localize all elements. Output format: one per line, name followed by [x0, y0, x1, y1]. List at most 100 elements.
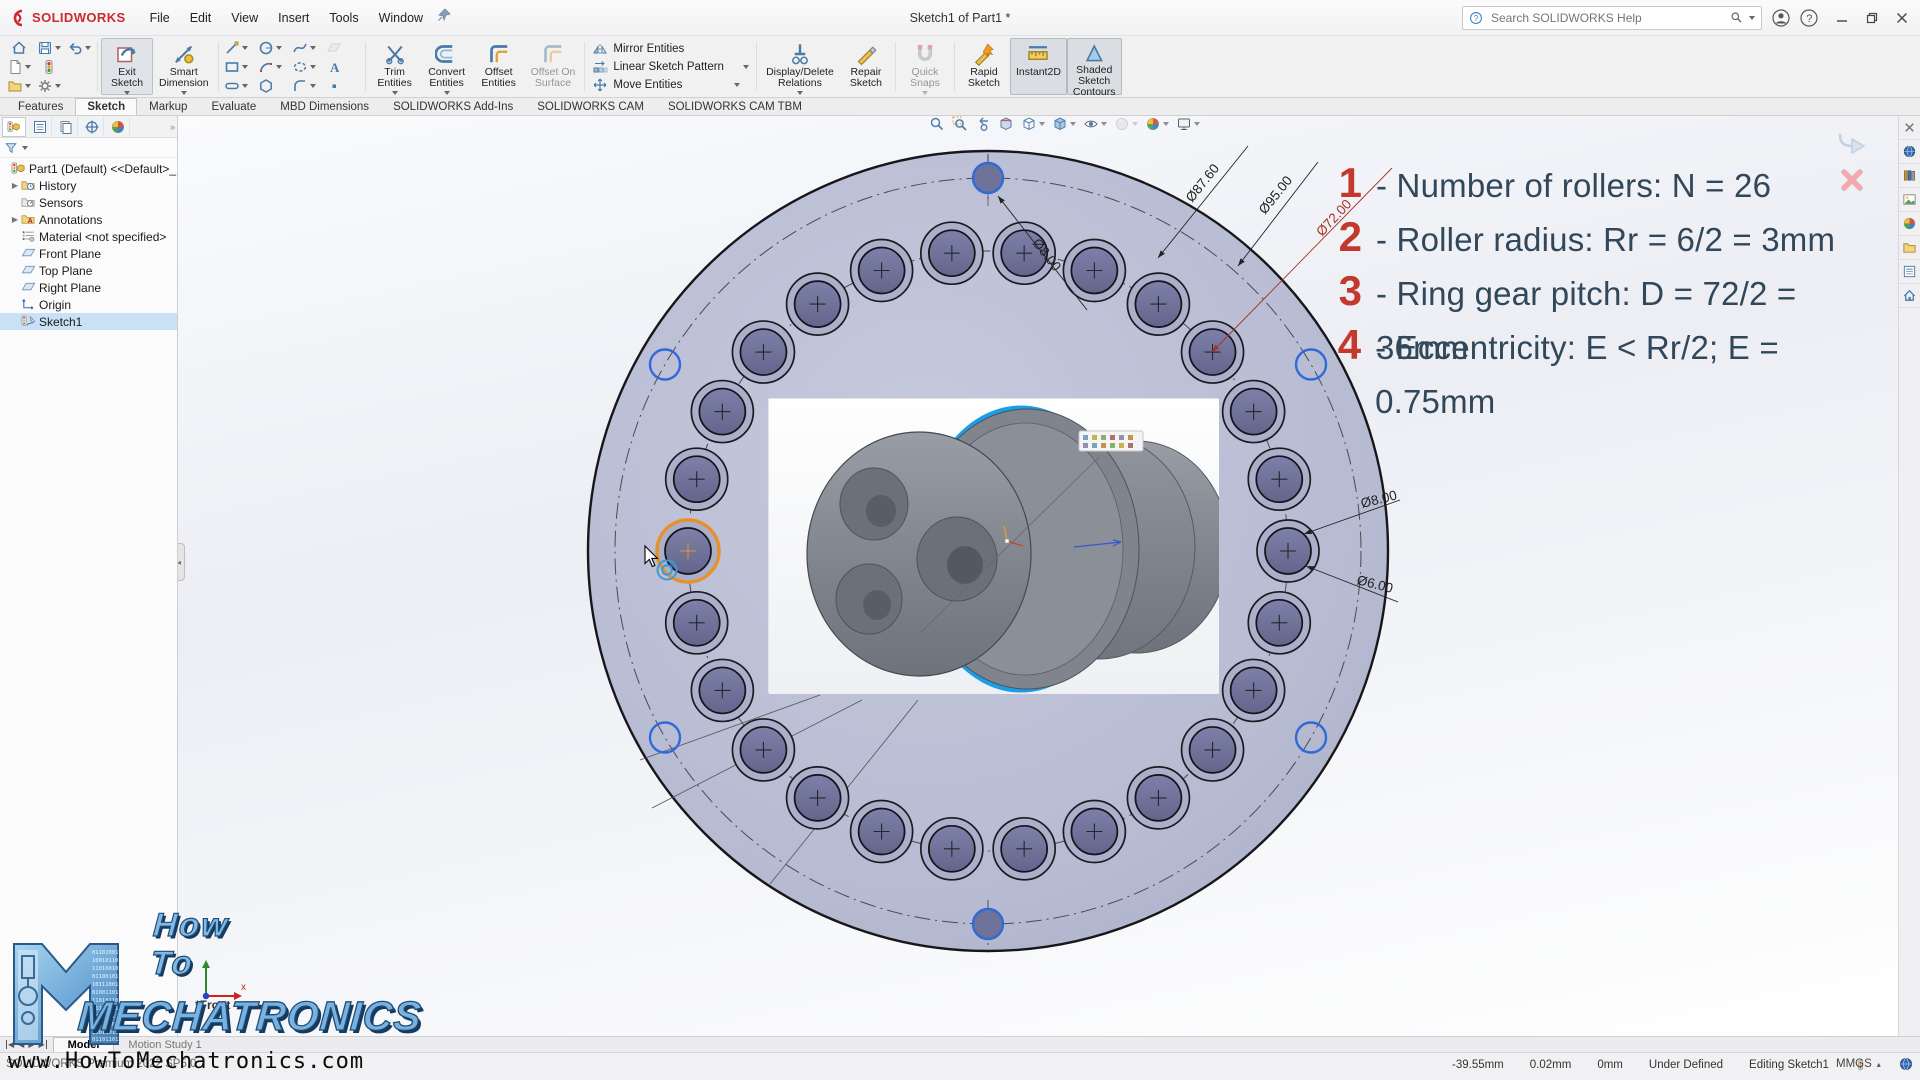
tree-item-origin[interactable]: Origin: [0, 296, 177, 313]
instant2d-button[interactable]: Instant2D: [1010, 38, 1067, 95]
section-view-icon[interactable]: [998, 116, 1014, 132]
menu-edit[interactable]: Edit: [180, 7, 222, 29]
rapid-sketch-button[interactable]: Rapid Sketch: [958, 38, 1010, 95]
custom-properties-icon[interactable]: [1899, 260, 1920, 284]
open-button[interactable]: [7, 78, 31, 94]
units-caret[interactable]: ▴: [1877, 1060, 1881, 1069]
roller[interactable]: [1248, 448, 1310, 510]
tree-item-front[interactable]: Front Plane: [0, 245, 177, 262]
tab-scroll-arrows[interactable]: ◀◀▶▶: [0, 1040, 53, 1049]
convert-entities-button[interactable]: Convert Entities: [421, 38, 473, 95]
search-icon[interactable]: [1730, 11, 1743, 24]
fillet-tool-button[interactable]: [292, 78, 316, 94]
move-entities-button[interactable]: Move Entities: [592, 77, 749, 93]
appearances-scenes-icon[interactable]: [1899, 212, 1920, 236]
tab-property-manager[interactable]: [28, 117, 52, 137]
resources-globe-icon[interactable]: [1899, 140, 1920, 164]
graphics-area[interactable]: Ø8.00Ø87.60Ø95.00Ø72.00Ø8.00Ø6.00: [178, 116, 1898, 1036]
roller[interactable]: [1127, 767, 1189, 829]
ellipse-tool-button[interactable]: [292, 59, 316, 75]
line-tool-button[interactable]: [224, 40, 248, 56]
ribbon-tab-markup[interactable]: Markup: [137, 98, 199, 115]
linear-sketch-pattern-button[interactable]: Linear Sketch Pattern: [592, 59, 749, 75]
tab-configurations[interactable]: [54, 117, 78, 137]
tree-item-part1[interactable]: Part1 (Default) <<Default>_Display Sta: [0, 160, 177, 177]
tab-motion-study[interactable]: Motion Study 1: [114, 1038, 215, 1052]
status-globe-icon[interactable]: [1898, 1056, 1914, 1072]
roller[interactable]: [851, 239, 913, 301]
search-input[interactable]: [1489, 10, 1724, 26]
polygon-tool-button[interactable]: [258, 78, 274, 94]
roller[interactable]: [1257, 520, 1319, 582]
restore-button[interactable]: [1866, 12, 1878, 24]
status-units[interactable]: MMGS: [1836, 1058, 1872, 1070]
repair-sketch-button[interactable]: Repair Sketch: [840, 38, 892, 95]
smart-dimension-button[interactable]: Smart Dimension: [153, 38, 215, 95]
view-orientation-icon[interactable]: [1021, 116, 1045, 132]
ribbon-tab-evaluate[interactable]: Evaluate: [199, 98, 268, 115]
roller[interactable]: [921, 222, 983, 284]
tab-model[interactable]: Model: [53, 1037, 115, 1052]
help-search-box[interactable]: ?: [1462, 6, 1762, 30]
tab-display-manager[interactable]: [106, 117, 130, 137]
tree-item-history[interactable]: ▶History: [0, 177, 177, 194]
help-icon[interactable]: ?: [1800, 9, 1818, 27]
roller[interactable]: [1248, 592, 1310, 654]
tab-dimxpert[interactable]: [80, 117, 104, 137]
tree-item-top[interactable]: Top Plane: [0, 262, 177, 279]
search-dropdown-caret[interactable]: [1749, 16, 1755, 20]
roller[interactable]: [1063, 801, 1125, 863]
roller[interactable]: [1223, 659, 1285, 721]
undo-button[interactable]: [67, 40, 91, 56]
roller[interactable]: [787, 767, 849, 829]
shaded-sketch-contours-button[interactable]: Shaded Sketch Contours: [1067, 38, 1122, 95]
circle-tool-button[interactable]: [258, 40, 282, 56]
view-palette-icon[interactable]: [1899, 188, 1920, 212]
ribbon-tab-sketch[interactable]: Sketch: [75, 98, 137, 115]
roller[interactable]: [851, 801, 913, 863]
ribbon-tab-features[interactable]: Features: [6, 98, 75, 115]
selected-construction-circle[interactable]: [973, 163, 1003, 193]
menu-file[interactable]: File: [140, 7, 180, 29]
tree-item-annotations[interactable]: ▶AAnnotations: [0, 211, 177, 228]
roller[interactable]: [732, 719, 794, 781]
roller-hovered[interactable]: [657, 520, 719, 582]
menu-view[interactable]: View: [221, 7, 268, 29]
panel-tabs-overflow[interactable]: »: [170, 122, 175, 132]
rebuild-button[interactable]: [41, 59, 57, 75]
tree-item-right[interactable]: Right Plane: [0, 279, 177, 296]
display-style-icon[interactable]: [1052, 116, 1076, 132]
trim-entities-button[interactable]: Trim Entities: [369, 38, 421, 95]
offset-entities-button[interactable]: Offset Entities: [473, 38, 525, 95]
roller[interactable]: [666, 592, 728, 654]
tab-feature-tree[interactable]: [2, 117, 26, 137]
menu-insert[interactable]: Insert: [268, 7, 319, 29]
ribbon-tab-solidworks-add-ins[interactable]: SOLIDWORKS Add-Ins: [381, 98, 525, 115]
spline-tool-button[interactable]: [292, 40, 316, 56]
exit-sketch-button[interactable]: Exit Sketch: [101, 38, 153, 95]
roller[interactable]: [787, 273, 849, 335]
arc-tool-button[interactable]: [258, 59, 282, 75]
cancel-sketch-icon[interactable]: [1839, 167, 1865, 193]
exit-sketch-corner-icon[interactable]: [1834, 130, 1870, 160]
options-button[interactable]: [37, 78, 61, 94]
minimize-button[interactable]: [1836, 12, 1848, 24]
roller[interactable]: [993, 818, 1055, 880]
filter-funnel-icon[interactable]: [4, 141, 18, 155]
save-button[interactable]: [37, 40, 61, 56]
zoom-fit-icon[interactable]: [929, 116, 945, 132]
file-explorer-icon[interactable]: [1899, 236, 1920, 260]
apply-scene-icon[interactable]: [1145, 116, 1169, 132]
roller[interactable]: [691, 659, 753, 721]
tree-item-material[interactable]: Material <not specified>: [0, 228, 177, 245]
roller[interactable]: [1127, 273, 1189, 335]
close-taskpane-icon[interactable]: [1899, 116, 1920, 140]
tree-item-sketch1[interactable]: Sketch1: [0, 313, 177, 330]
dimension-label[interactable]: Ø87.60: [1183, 161, 1223, 205]
view-settings-icon[interactable]: [1176, 116, 1200, 132]
previous-view-icon[interactable]: [975, 116, 991, 132]
new-document-button[interactable]: [7, 59, 31, 75]
design-library-icon[interactable]: [1899, 164, 1920, 188]
roller[interactable]: [666, 448, 728, 510]
roller[interactable]: [691, 381, 753, 443]
